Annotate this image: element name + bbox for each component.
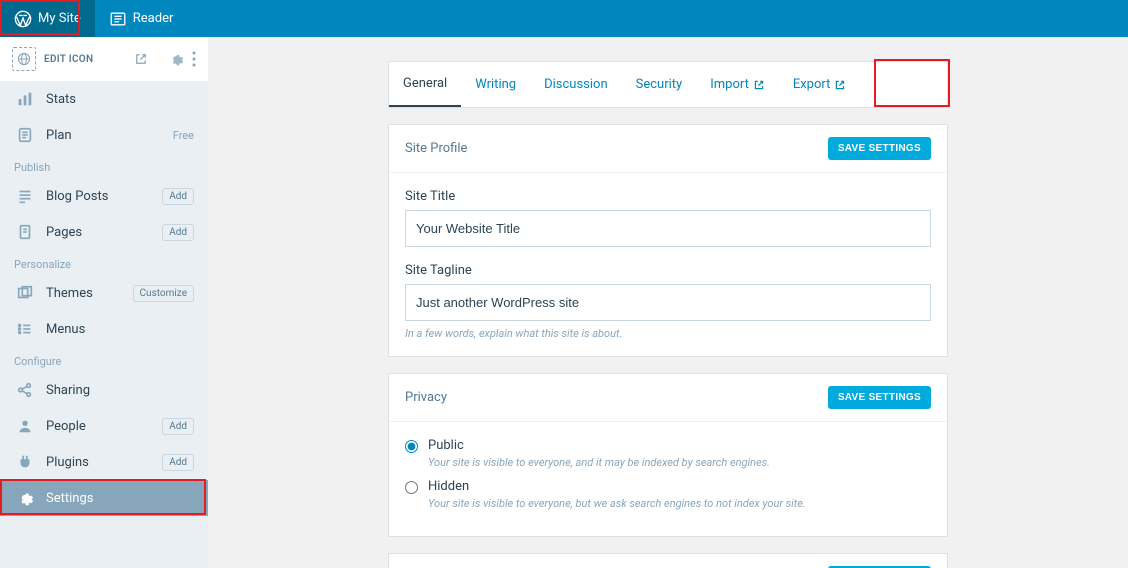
tab-general[interactable]: General bbox=[389, 62, 461, 107]
pages-label: Pages bbox=[46, 225, 162, 240]
tagline-hint: In a few words, explain what this site i… bbox=[405, 327, 931, 340]
external-link-icon bbox=[753, 79, 765, 91]
reader-icon bbox=[109, 10, 127, 28]
gear-icon[interactable] bbox=[168, 51, 184, 67]
tab-writing-label: Writing bbox=[475, 77, 516, 92]
sharing-icon bbox=[14, 381, 36, 399]
topbar-reader[interactable]: Reader bbox=[95, 0, 188, 37]
pages-icon bbox=[14, 223, 36, 241]
sidebar-item-blog-posts[interactable]: Blog Posts Add bbox=[0, 178, 208, 214]
privacy-public-radio[interactable] bbox=[405, 440, 418, 453]
privacy-hidden-desc: Your site is visible to everyone, but we… bbox=[428, 497, 806, 510]
tab-security[interactable]: Security bbox=[622, 62, 697, 107]
site-title-input[interactable] bbox=[405, 210, 931, 247]
card-privacy: Privacy SAVE SETTINGS Public Your site i… bbox=[388, 373, 948, 537]
tab-import-label: Import bbox=[710, 77, 749, 92]
sidebar-item-settings[interactable]: Settings bbox=[0, 480, 208, 516]
sidebar-item-people[interactable]: People Add bbox=[0, 408, 208, 444]
plugins-add-button[interactable]: Add bbox=[162, 454, 194, 471]
sidebar-item-themes[interactable]: Themes Customize bbox=[0, 275, 208, 311]
plan-pill: Free bbox=[173, 129, 194, 142]
site-tagline-input[interactable] bbox=[405, 284, 931, 321]
privacy-hidden-radio[interactable] bbox=[405, 481, 418, 494]
privacy-title: Privacy bbox=[405, 390, 447, 405]
stats-label: Stats bbox=[46, 92, 194, 107]
main-content: General Writing Discussion Security Impo… bbox=[208, 37, 1128, 568]
privacy-public-desc: Your site is visible to everyone, and it… bbox=[428, 456, 770, 469]
people-icon bbox=[14, 417, 36, 435]
people-add-button[interactable]: Add bbox=[162, 418, 194, 435]
sidebar-item-stats[interactable]: Stats bbox=[0, 81, 208, 117]
section-publish: Publish bbox=[0, 153, 208, 178]
tab-writing[interactable]: Writing bbox=[461, 62, 530, 107]
site-profile-title: Site Profile bbox=[405, 141, 467, 156]
tab-import[interactable]: Import bbox=[696, 62, 779, 107]
wordpress-icon bbox=[14, 10, 32, 28]
customize-button[interactable]: Customize bbox=[133, 285, 194, 302]
site-title-label: Site Title bbox=[405, 189, 931, 204]
themes-label: Themes bbox=[46, 286, 133, 301]
tab-discussion[interactable]: Discussion bbox=[530, 62, 622, 107]
pages-add-button[interactable]: Add bbox=[162, 224, 194, 241]
card-related-posts: Related Posts SAVE SETTINGS Hide related… bbox=[388, 553, 948, 568]
stats-icon bbox=[14, 90, 36, 108]
section-personalize: Personalize bbox=[0, 250, 208, 275]
plugins-label: Plugins bbox=[46, 455, 162, 470]
topbar: My Site Reader bbox=[0, 0, 1128, 37]
sidebar-item-plan[interactable]: Plan Free bbox=[0, 117, 208, 153]
privacy-hidden-label: Hidden bbox=[428, 479, 806, 494]
sidebar-item-menus[interactable]: Menus bbox=[0, 311, 208, 347]
tab-general-label: General bbox=[403, 76, 447, 91]
external-link-icon[interactable] bbox=[134, 52, 148, 66]
menus-icon bbox=[14, 320, 36, 338]
plugins-icon bbox=[14, 453, 36, 471]
kebab-icon[interactable] bbox=[192, 51, 196, 67]
sidebar-item-pages[interactable]: Pages Add bbox=[0, 214, 208, 250]
settings-tabs: General Writing Discussion Security Impo… bbox=[388, 61, 948, 108]
gear-icon bbox=[14, 489, 36, 507]
menus-label: Menus bbox=[46, 322, 194, 337]
plan-label: Plan bbox=[46, 128, 173, 143]
site-tagline-label: Site Tagline bbox=[405, 263, 931, 278]
settings-label: Settings bbox=[46, 491, 194, 506]
topbar-reader-label: Reader bbox=[133, 11, 174, 26]
section-configure: Configure bbox=[0, 347, 208, 372]
sidebar: EDIT ICON Stats Plan Free Publish Blog P… bbox=[0, 37, 208, 568]
topbar-my-site[interactable]: My Site bbox=[0, 0, 95, 37]
tab-discussion-label: Discussion bbox=[544, 77, 608, 92]
sidebar-item-sharing[interactable]: Sharing bbox=[0, 372, 208, 408]
topbar-my-site-label: My Site bbox=[38, 11, 81, 26]
site-title: EDIT ICON bbox=[44, 54, 134, 65]
sidebar-item-plugins[interactable]: Plugins Add bbox=[0, 444, 208, 480]
site-header: EDIT ICON bbox=[0, 37, 208, 81]
card-site-profile: Site Profile SAVE SETTINGS Site Title Si… bbox=[388, 124, 948, 357]
people-label: People bbox=[46, 419, 162, 434]
plan-icon bbox=[14, 126, 36, 144]
privacy-public-label: Public bbox=[428, 438, 770, 453]
tab-security-label: Security bbox=[636, 77, 683, 92]
site-icon-placeholder[interactable] bbox=[12, 47, 36, 71]
sharing-label: Sharing bbox=[46, 383, 194, 398]
themes-icon bbox=[14, 284, 36, 302]
save-settings-button[interactable]: SAVE SETTINGS bbox=[828, 137, 931, 160]
blog-posts-label: Blog Posts bbox=[46, 189, 162, 204]
highlight-export bbox=[874, 59, 950, 107]
tab-export-label: Export bbox=[793, 77, 831, 92]
tab-export[interactable]: Export bbox=[779, 62, 861, 107]
save-settings-button[interactable]: SAVE SETTINGS bbox=[828, 386, 931, 409]
external-link-icon bbox=[834, 79, 846, 91]
blog-posts-add-button[interactable]: Add bbox=[162, 188, 194, 205]
site-actions bbox=[168, 51, 196, 67]
posts-icon bbox=[14, 187, 36, 205]
